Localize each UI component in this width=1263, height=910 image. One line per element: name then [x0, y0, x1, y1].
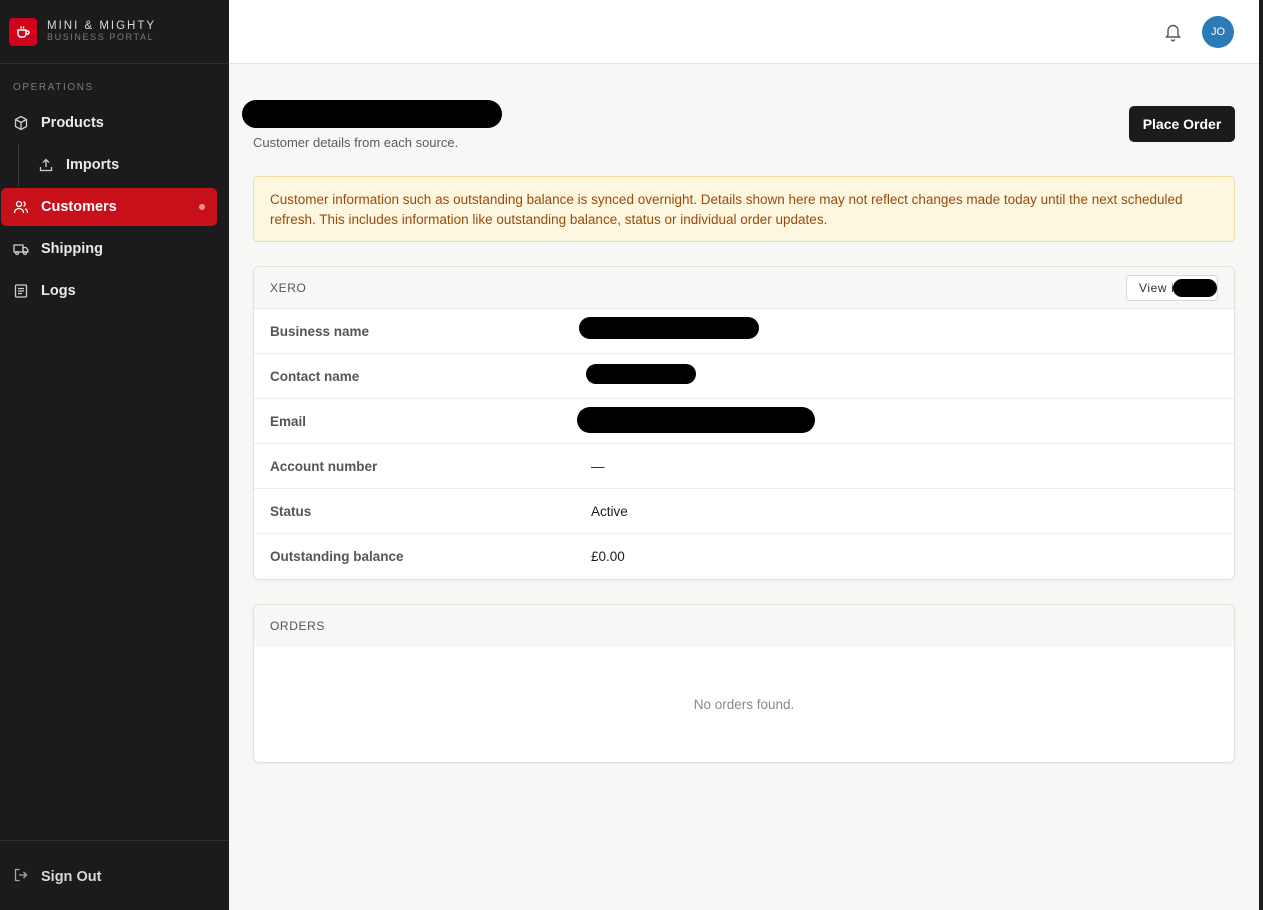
field-label: Contact name	[270, 368, 360, 384]
sidebar-item-logs[interactable]: Logs	[1, 272, 217, 310]
avatar[interactable]: JO	[1202, 16, 1234, 48]
nav-section-label: OPERATIONS	[13, 82, 94, 93]
bell-icon[interactable]	[1164, 22, 1182, 42]
table-row: Outstanding balance £0.00	[254, 534, 1234, 579]
orders-heading: ORDERS	[270, 619, 325, 633]
field-label: Outstanding balance	[270, 549, 404, 564]
brand-title: MINI & MIGHTY	[47, 19, 157, 32]
table-row: Email	[254, 399, 1234, 444]
view-button-label: View i	[1139, 281, 1175, 295]
sidebar-item-products[interactable]: Products	[1, 104, 217, 142]
document-icon	[13, 283, 29, 299]
top-bar: JO	[229, 0, 1259, 64]
table-row: Business name	[254, 309, 1234, 354]
sidebar-item-label: Imports	[66, 157, 120, 173]
redacted-business-name	[579, 317, 759, 339]
sign-out-icon	[13, 867, 29, 887]
sidebar-item-label: Shipping	[41, 241, 104, 257]
field-label: Status	[270, 503, 312, 519]
xero-heading: XERO	[270, 280, 307, 295]
page-subtitle: Customer details from each source.	[253, 135, 459, 150]
field-label: Business name	[270, 323, 370, 339]
brand-subtitle: BUSINESS PORTAL	[47, 31, 155, 42]
table-row: Status Active	[254, 489, 1234, 534]
truck-icon	[13, 241, 29, 257]
field-value: Active	[591, 503, 628, 519]
redacted-page-title	[242, 100, 502, 128]
sidebar-footer-divider	[0, 840, 229, 841]
main-content: JO Customer details from each source. Pl…	[229, 0, 1259, 910]
cup-logo-icon	[9, 17, 37, 46]
sign-out-button[interactable]: Sign Out	[1, 858, 217, 896]
sign-out-label: Sign Out	[41, 869, 102, 885]
sync-notice: Customer information such as outstanding…	[253, 176, 1235, 242]
orders-card-header: ORDERS	[254, 605, 1234, 647]
sidebar: MINI & MIGHTY BUSINESS PORTAL OPERATIONS…	[0, 0, 229, 910]
xero-card: XERO View i Business name Contact name E…	[253, 266, 1235, 580]
box-icon	[13, 115, 29, 131]
table-row: Account number —	[254, 444, 1234, 489]
redacted-contact-name	[586, 364, 696, 384]
sidebar-item-shipping[interactable]: Shipping	[1, 230, 217, 268]
sidebar-item-label: Logs	[41, 283, 76, 299]
orders-empty-state: No orders found.	[693, 697, 795, 712]
users-icon	[13, 199, 29, 215]
window-edge	[1259, 0, 1263, 910]
brand[interactable]: MINI & MIGHTY BUSINESS PORTAL	[0, 0, 229, 64]
field-value: —	[591, 458, 605, 474]
redacted-email	[577, 407, 815, 433]
sidebar-item-imports[interactable]: Imports	[26, 146, 216, 184]
field-label: Account number	[270, 458, 378, 474]
view-in-xero-button[interactable]: View i	[1126, 275, 1218, 301]
field-value: £0.00	[591, 549, 625, 564]
active-indicator-dot	[199, 204, 205, 210]
sidebar-item-customers[interactable]: Customers	[1, 188, 217, 226]
redacted-view-target	[1173, 279, 1217, 297]
nav-sub-divider	[18, 144, 19, 186]
xero-card-header: XERO View i	[254, 267, 1234, 309]
upload-icon	[38, 157, 54, 173]
place-order-button[interactable]: Place Order	[1129, 106, 1235, 142]
field-label: Email	[270, 413, 307, 429]
sidebar-item-label: Customers	[41, 199, 117, 215]
orders-card: ORDERS No orders found.	[253, 604, 1235, 763]
sidebar-item-label: Products	[41, 115, 104, 131]
table-row: Contact name	[254, 354, 1234, 399]
